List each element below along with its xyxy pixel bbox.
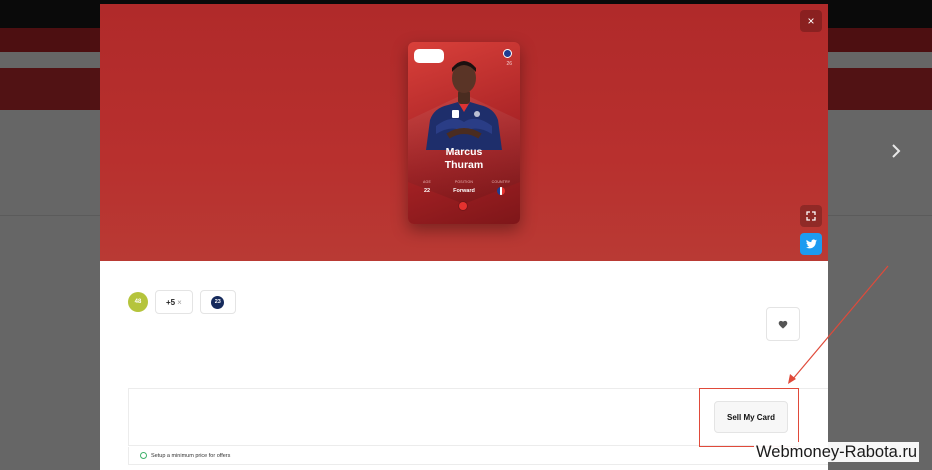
card-chips: 48 +5 × 23 [128,290,236,314]
watermark-text: Webmoney-Rabota.ru [754,442,920,462]
player-photo [426,61,502,150]
rarity-ball-icon [459,202,467,210]
age-value: 22 [423,188,431,194]
twitter-share-button[interactable] [800,233,822,255]
bonus-chip[interactable]: +5 × [155,290,193,314]
country-label: COUNTRY [491,180,511,184]
twitter-icon [805,239,817,249]
fullscreen-button[interactable] [800,205,822,227]
position-label: POSITION [454,180,474,184]
card-hero: × 26 Marcus Thuram AGE POSITION COUNTRY … [100,4,828,261]
min-price-link[interactable]: Setup a minimum price for offers [151,453,230,459]
player-first-name: Marcus [445,146,483,158]
age-label: AGE [423,180,431,184]
position-value: Forward [453,188,475,194]
close-button[interactable]: × [800,10,822,32]
heart-icon [778,320,788,329]
bonus-value: +5 [166,297,176,307]
france-flag-icon [497,187,505,195]
level-badge: 48 [128,292,148,312]
gear-icon [140,452,147,459]
min-price-row[interactable]: Setup a minimum price for offers [128,447,828,465]
expand-icon [806,211,816,221]
player-name: Marcus Thuram [408,146,520,172]
card-number: 26 [506,61,512,67]
bonus-suffix: × [177,297,182,307]
player-last-name: Thuram [444,159,484,171]
favorite-button[interactable] [766,307,800,341]
annotation-highlight-box [699,388,799,447]
club-chip[interactable]: 23 [199,290,236,314]
club-badge-icon: 23 [211,295,225,309]
close-icon: × [807,14,815,28]
chevron-right-icon[interactable] [886,141,906,161]
player-card[interactable]: 26 Marcus Thuram AGE POSITION COUNTRY 22 [408,42,520,224]
